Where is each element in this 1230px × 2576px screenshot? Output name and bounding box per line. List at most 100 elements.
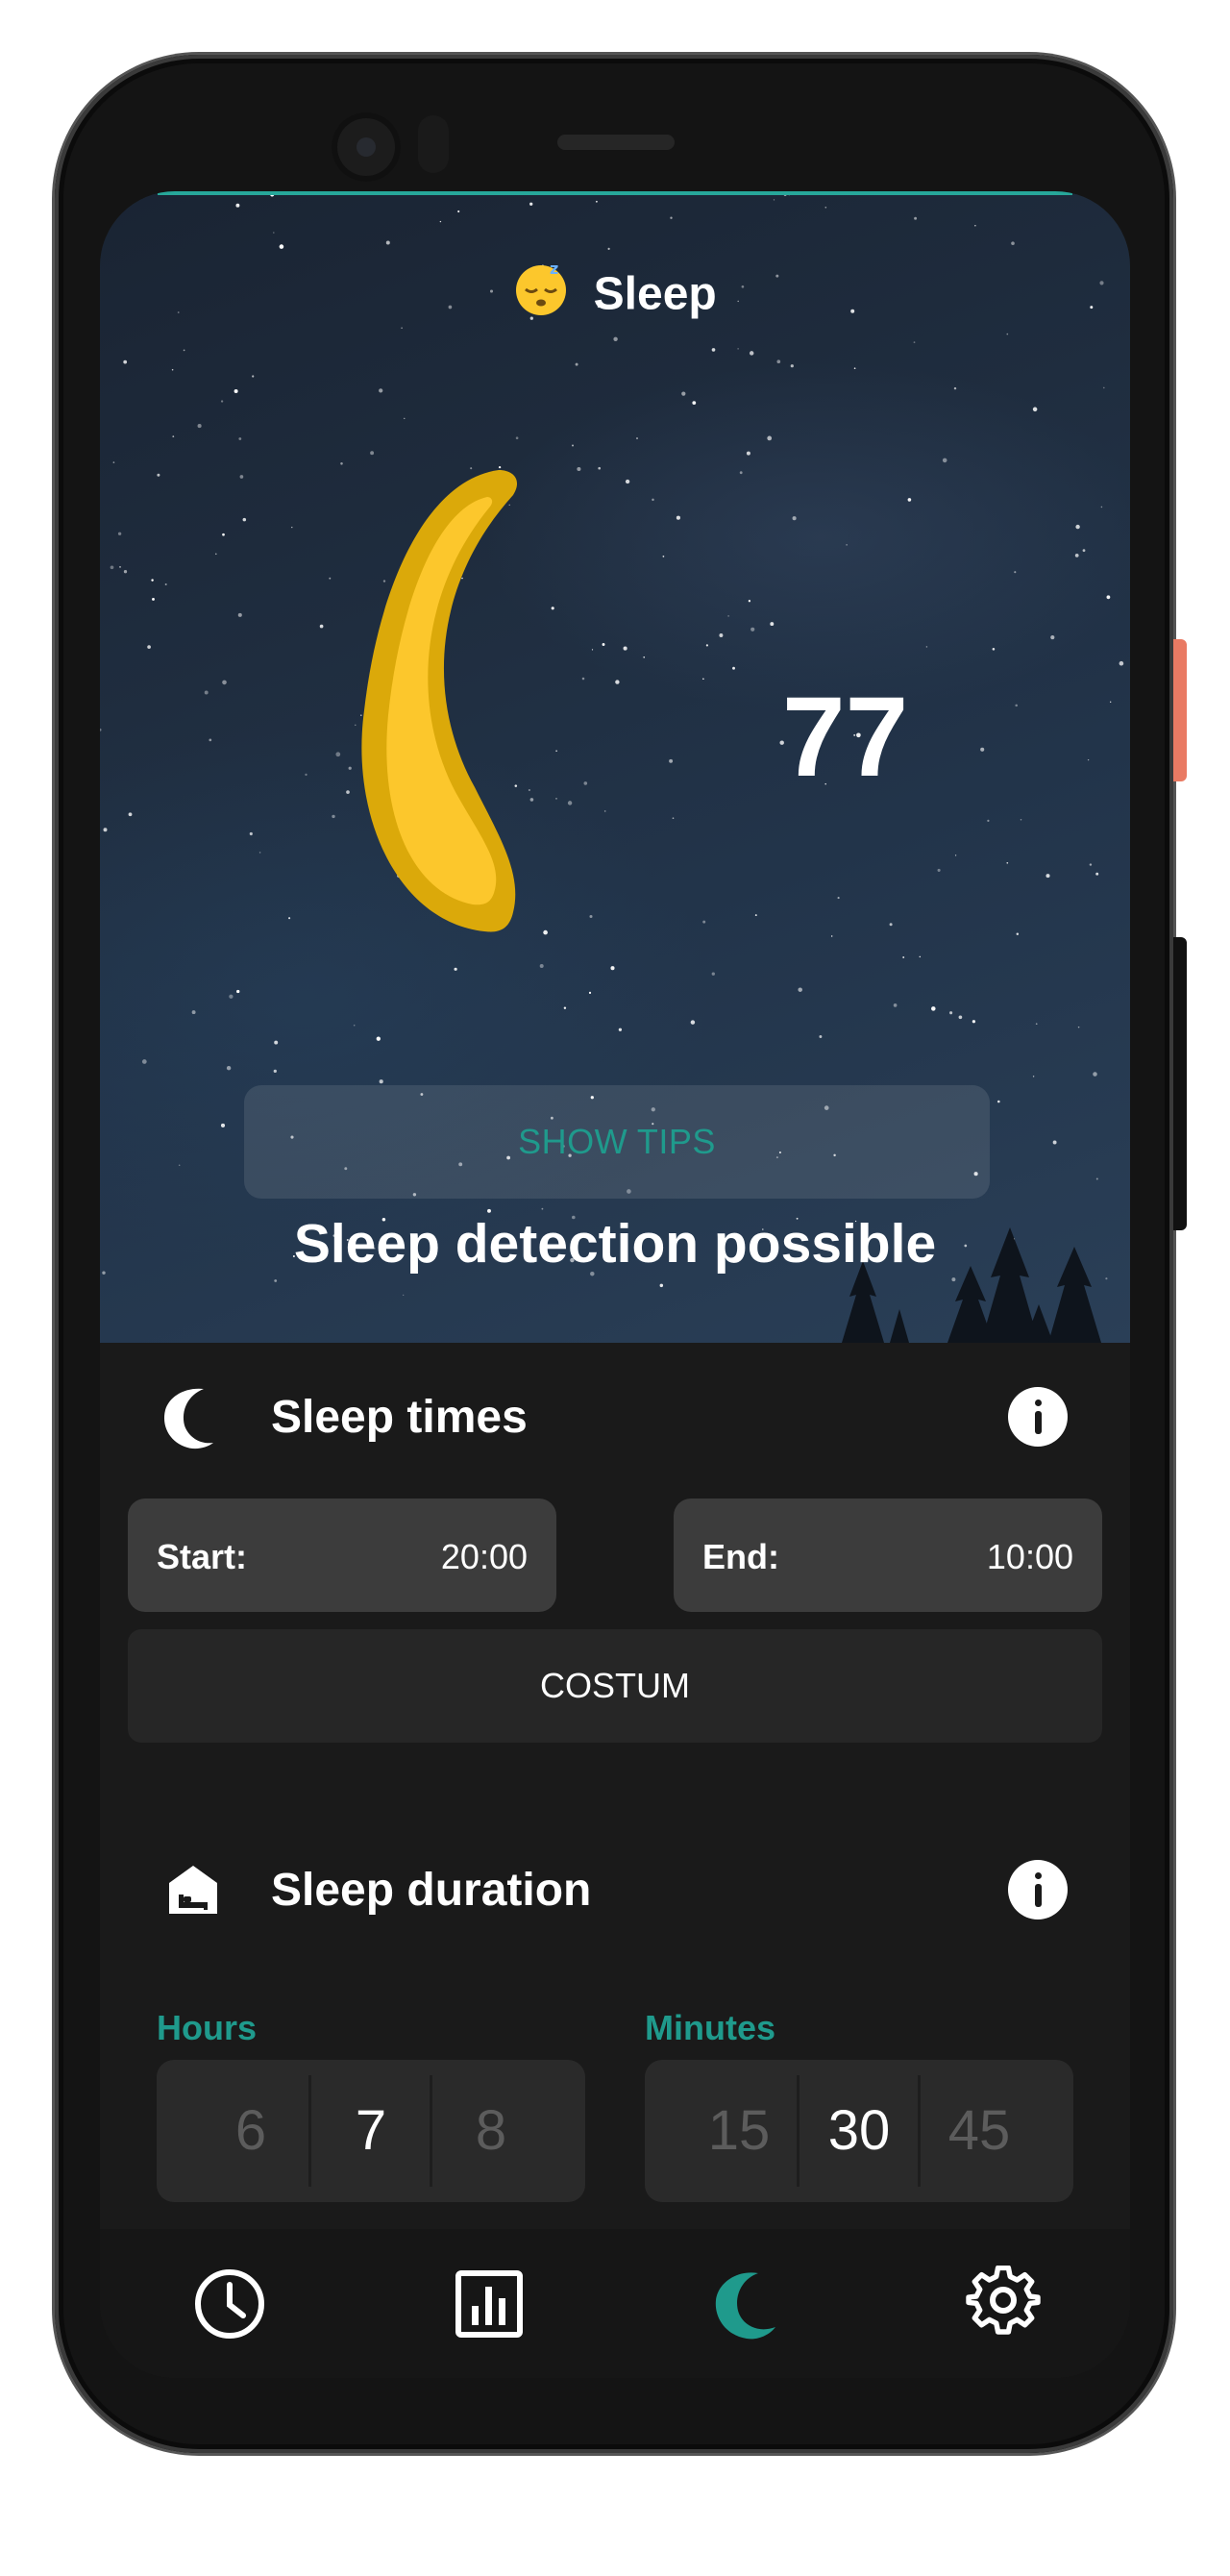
picker-divider [430,2075,432,2187]
star [1100,506,1103,508]
star [123,359,128,364]
star [274,1279,278,1282]
start-label: Start: [157,1537,248,1576]
star [100,728,102,731]
minutes-picker[interactable]: 15 30 45 [645,2060,1073,2202]
star [222,680,227,685]
bar-chart-icon[interactable] [451,2266,528,2342]
star [226,1065,232,1071]
star [776,359,781,364]
sleep-times-info-icon[interactable] [1008,1387,1068,1447]
star [702,678,704,681]
star [727,615,729,617]
star [754,914,757,917]
star [942,458,947,463]
star [1095,1177,1098,1180]
star [183,349,185,352]
star [702,920,706,924]
moon-graphic [359,470,648,1032]
star [529,202,533,206]
star [1032,407,1038,412]
moon-icon [163,1388,213,1449]
star [288,917,291,920]
star [237,612,242,617]
end-time-box[interactable]: End: 10:00 [674,1499,1102,1612]
end-label: End: [702,1537,779,1576]
hours-option[interactable]: 8 [445,2060,537,2202]
star [171,368,174,371]
sleeping-face-icon: z [513,260,569,328]
star [931,1006,936,1011]
star [376,1036,381,1041]
accent-line [158,191,1072,195]
star [914,216,918,220]
star [258,852,261,854]
star [404,417,406,419]
star [235,203,240,208]
star [222,533,225,536]
app-screen: z Sleep 77 SHOW TIPS Sleep detection pos… [100,191,1130,2378]
custom-button[interactable]: COSTUM [128,1629,1102,1743]
star [958,1015,963,1020]
star [1032,1076,1035,1077]
minutes-option[interactable]: 15 [693,2060,785,2202]
star [1095,872,1099,876]
minutes-option-selected[interactable]: 30 [813,2060,905,2202]
star [746,451,750,456]
star [119,566,121,568]
star [319,624,324,629]
star [1093,1072,1097,1077]
star [997,1100,1000,1103]
star [220,1123,226,1127]
star [123,570,128,574]
star [907,498,912,502]
star [575,362,578,366]
star [1077,191,1080,195]
star [279,244,284,249]
star [949,1011,953,1015]
star [719,633,724,637]
clock-icon[interactable] [191,2266,268,2342]
minutes-option[interactable]: 45 [933,2060,1025,2202]
hours-option[interactable]: 6 [205,2060,297,2202]
end-value: 10:00 [986,1537,1073,1576]
star [1052,1140,1057,1145]
star [770,622,775,627]
star [110,565,114,570]
star [274,1040,279,1045]
star [157,473,160,477]
sleep-duration-header: Sleep duration [100,1856,1130,1933]
star [824,206,827,209]
show-tips-button[interactable]: SHOW TIPS [244,1085,990,1199]
app-title: z Sleep [100,260,1130,328]
sleep-score: 77 [782,674,909,801]
start-time-box[interactable]: Start: 20:00 [128,1499,556,1612]
page-title: Sleep [593,268,717,320]
sleep-duration-info-icon[interactable] [1008,1860,1068,1920]
hours-option-selected[interactable]: 7 [325,2060,417,2202]
star [974,225,976,227]
star [164,582,167,586]
star [1077,1026,1080,1028]
star [980,747,985,752]
power-button [1173,639,1187,781]
star [571,444,575,447]
star [1006,333,1009,335]
star [749,351,754,356]
star [953,386,957,390]
moon-nav-icon[interactable] [708,2266,785,2342]
star [1107,196,1110,198]
gear-icon[interactable] [965,2266,1042,2342]
star [790,364,794,368]
star [128,812,133,817]
star [273,1069,277,1074]
star [596,200,598,203]
star [711,348,716,352]
star [636,437,638,439]
star [767,435,773,441]
star [236,989,240,994]
star [987,819,990,823]
star [1046,874,1050,879]
hours-picker[interactable]: 6 7 8 [157,2060,585,2202]
star [925,646,928,648]
